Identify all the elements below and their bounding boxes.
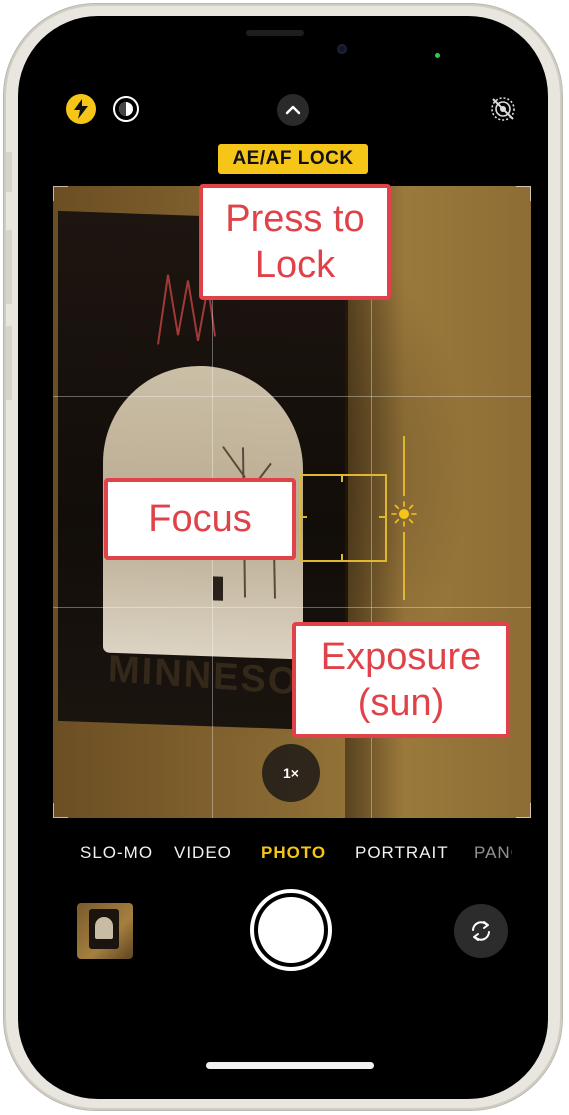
- mode-pano[interactable]: PANO: [474, 843, 512, 863]
- frame-corner-tl: [53, 186, 68, 201]
- ae-af-lock-badge: AE/AF LOCK: [218, 144, 368, 174]
- frame-corner-bl: [53, 803, 68, 818]
- thumbnail-arch: [95, 917, 113, 939]
- mode-selector[interactable]: SLO-MO VIDEO PHOTO PORTRAIT PANO: [53, 843, 531, 871]
- mode-photo[interactable]: PHOTO: [261, 843, 326, 863]
- frame-corner-tr: [516, 186, 531, 201]
- focus-tick-right: [379, 516, 385, 518]
- mode-video[interactable]: VIDEO: [174, 843, 232, 863]
- home-indicator[interactable]: [206, 1062, 374, 1069]
- side-button-volume-up: [6, 230, 12, 304]
- callout-focus: Focus: [104, 478, 296, 560]
- focus-tick-left: [301, 516, 307, 518]
- mode-slo-mo[interactable]: SLO-MO: [80, 843, 153, 863]
- focus-square[interactable]: [299, 474, 387, 562]
- front-camera: [337, 44, 347, 54]
- camera-in-use-indicator: [435, 53, 440, 58]
- side-button-silent: [6, 152, 12, 192]
- side-button-volume-down: [6, 326, 12, 400]
- speaker-grille: [246, 30, 304, 36]
- callout-exposure-line1: Exposure: [320, 635, 482, 678]
- exposure-slider-track-top[interactable]: [403, 436, 405, 496]
- callout-focus-text: Focus: [148, 497, 252, 540]
- frame-corner-br: [516, 803, 531, 818]
- last-photo-thumbnail[interactable]: [77, 903, 133, 959]
- mode-portrait[interactable]: PORTRAIT: [355, 843, 449, 863]
- live-photo-icon[interactable]: [112, 95, 140, 123]
- chevron-up-icon[interactable]: [277, 94, 309, 126]
- sun-icon[interactable]: [390, 500, 418, 528]
- live-photo-off-icon[interactable]: [488, 94, 518, 124]
- flash-icon[interactable]: [66, 94, 96, 124]
- camera-flip-icon[interactable]: [454, 904, 508, 958]
- callout-exposure: Exposure (sun): [292, 622, 510, 738]
- shutter-inner: [258, 897, 324, 963]
- grid-line-h2: [53, 607, 531, 608]
- callout-lock-line1: Press to: [225, 197, 365, 240]
- exposure-slider-track-bottom[interactable]: [403, 532, 405, 600]
- zoom-button[interactable]: 1×: [262, 744, 320, 802]
- focus-tick-top: [341, 476, 343, 482]
- callout-exposure-line2: (sun): [357, 682, 445, 724]
- shutter-button[interactable]: [250, 889, 332, 971]
- callout-press-to-lock: Press to Lock: [199, 184, 391, 300]
- callout-lock-line2: Lock: [254, 244, 336, 286]
- grid-line-h1: [53, 396, 531, 397]
- focus-tick-bottom: [341, 554, 343, 560]
